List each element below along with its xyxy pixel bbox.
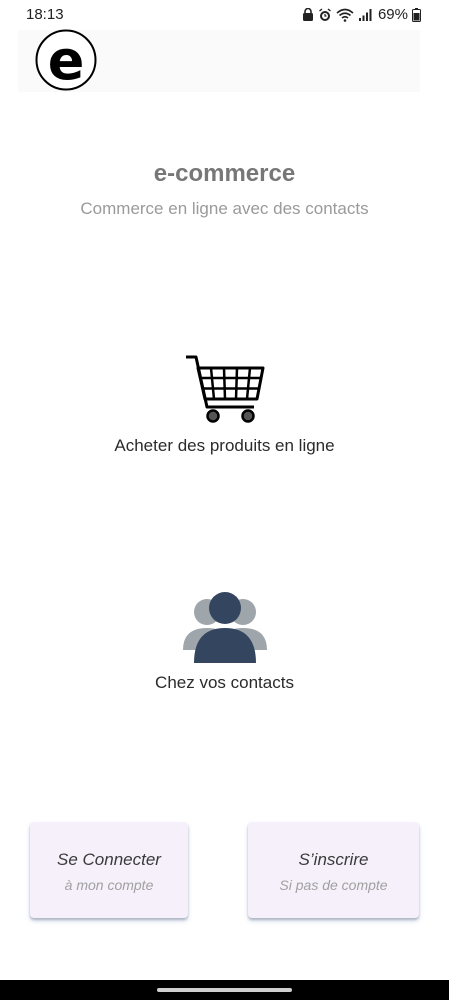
wifi-icon: [336, 8, 354, 22]
logo-letter: e: [48, 29, 85, 91]
page-title: e-commerce: [153, 160, 296, 187]
signup-button[interactable]: S’inscrire Si pas de compte: [248, 822, 419, 918]
contacts-icon: [180, 590, 270, 664]
feature-label-shopping: Acheter des produits en ligne: [114, 436, 335, 455]
battery-icon: [412, 7, 421, 22]
lock-icon: [302, 7, 314, 22]
signup-button-label: S’inscrire: [298, 850, 369, 869]
signal-icon: [358, 8, 372, 22]
shopping-cart-icon: [184, 354, 266, 424]
status-icons: 69%: [302, 6, 421, 23]
page-subtitle: Commerce en ligne avec des contacts: [80, 199, 369, 218]
system-nav-bar: [0, 980, 449, 1000]
feature-label-contacts: Chez vos contacts: [155, 673, 294, 692]
login-button-label: Se Connecter: [57, 850, 161, 869]
status-bar: 18:13 69%: [0, 0, 449, 30]
home-gesture-handle[interactable]: [157, 988, 292, 992]
signup-button-sublabel: Si pas de compte: [279, 877, 388, 893]
battery-level: 69%: [377, 6, 408, 23]
login-button-sublabel: à mon compte: [64, 877, 154, 893]
login-button[interactable]: Se Connecter à mon compte: [30, 822, 188, 918]
alarm-icon: [318, 7, 332, 22]
e-logo-icon: e: [35, 29, 97, 92]
status-time: 18:13: [26, 6, 64, 23]
